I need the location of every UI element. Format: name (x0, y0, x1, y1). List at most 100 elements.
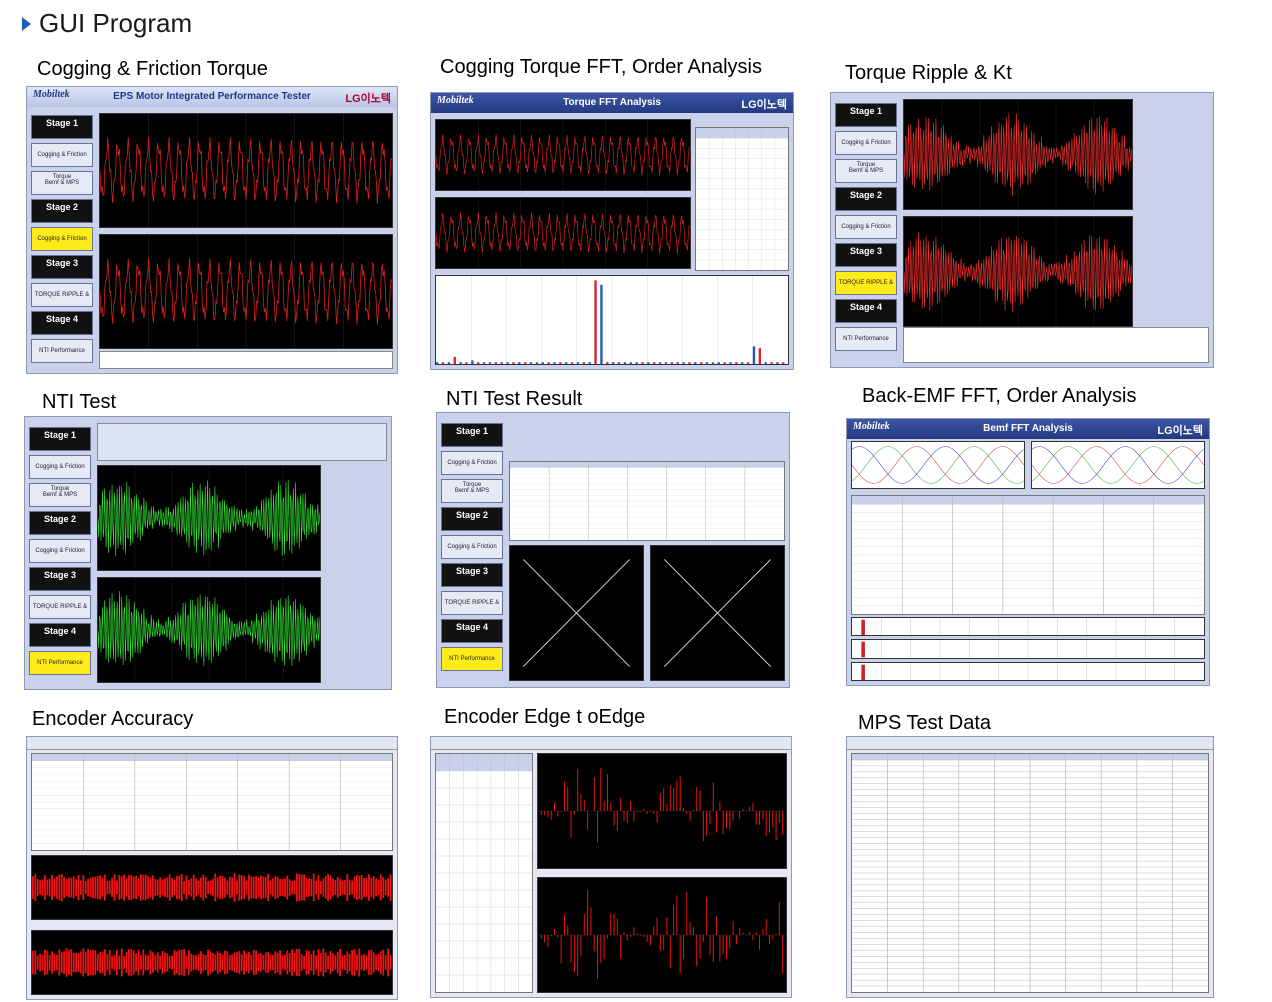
cogging-button[interactable]: Cogging & Friction Torque (31, 143, 93, 180)
order-bar (477, 362, 480, 364)
error-bar (324, 876, 327, 899)
error-bar (296, 873, 298, 902)
results-table (903, 327, 1209, 363)
phase-wave (852, 446, 1024, 484)
error-bar (188, 879, 190, 896)
error-bar (281, 955, 284, 970)
error-bar (380, 874, 382, 901)
nti-button[interactable]: NTI Performance (31, 339, 93, 363)
error-bar (99, 951, 101, 974)
error-bar (34, 950, 37, 975)
error-bar (207, 949, 209, 976)
order-bar (447, 362, 451, 364)
cogging-active-button[interactable]: Cogging & Friction Torque (31, 227, 93, 264)
encoder-error-plots (31, 855, 393, 995)
bemf-button[interactable]: Bemf & MPS (31, 171, 93, 195)
error-bar (387, 878, 389, 897)
order-bar (746, 362, 750, 364)
screenshot-bemf-fft: Mobiltek Bemf FFT Analysis LG이노텍 (846, 418, 1210, 686)
error-bar (51, 874, 53, 901)
error-bar (334, 880, 337, 895)
error-bar (46, 950, 49, 975)
screenshot-encoder-edge (430, 736, 792, 998)
error-bar (365, 878, 368, 897)
error-bar (264, 876, 267, 899)
error-bar (231, 954, 233, 971)
cogging-button-2[interactable]: Cogging & Friction Torque (835, 215, 897, 252)
error-bar (380, 951, 382, 974)
cogging-button[interactable]: Cogging & Friction Torque (835, 131, 897, 168)
ripple-button[interactable]: TORQUE RIPPLE & Kt (31, 283, 93, 320)
error-bar (99, 875, 101, 900)
nti-active-button[interactable]: NTI Performance (441, 647, 503, 671)
error-bar (324, 952, 327, 973)
error-bar (346, 874, 349, 901)
bemf-button[interactable]: Bemf & MPS (29, 483, 91, 507)
spectrum-peak (861, 664, 865, 680)
cogging-button-2[interactable]: Cogging & Friction Torque (29, 539, 91, 576)
error-bar (34, 874, 37, 901)
lg-logo: LG이노텍 (1157, 425, 1203, 437)
bemf-button[interactable]: Bemf & MPS (441, 479, 503, 503)
error-bar (123, 955, 125, 970)
error-bar (183, 948, 185, 977)
nti-button[interactable]: NTI Performance (835, 327, 897, 351)
error-bar (231, 877, 233, 898)
error-bar (236, 880, 238, 895)
error-bar (286, 950, 289, 975)
error-bar (82, 948, 85, 977)
plot-area (99, 113, 393, 349)
order-bar (653, 362, 656, 364)
error-bar (142, 875, 145, 900)
order-bar (705, 362, 709, 364)
error-bar (370, 878, 373, 897)
error-bar (87, 878, 89, 897)
error-bar (312, 873, 315, 902)
error-bar (286, 875, 289, 900)
error-bar (113, 954, 116, 971)
cogging-button[interactable]: Cogging & Friction Torque (441, 451, 503, 488)
error-bar (36, 955, 39, 970)
order-bar (623, 362, 627, 364)
error-bar (334, 955, 337, 970)
error-bar (377, 879, 380, 896)
ripple-button[interactable]: TORQUE RIPPLE & Kt (441, 591, 503, 628)
order-bar (700, 362, 703, 364)
app-titlebar: Mobiltek EPS Motor Integrated Performanc… (27, 87, 397, 107)
error-bar (137, 878, 140, 897)
error-bar (365, 955, 368, 970)
error-bar (92, 876, 94, 899)
cogging-button[interactable]: Cogging & Friction Torque (29, 455, 91, 492)
error-bar (238, 874, 241, 901)
bemf-button[interactable]: Bemf & MPS (835, 159, 897, 183)
lg-logo: LG이노텍 (345, 93, 391, 105)
error-bar (248, 874, 250, 901)
error-bar (63, 951, 65, 974)
ripple-active-button[interactable]: TORQUE RIPPLE & Kt (835, 271, 897, 308)
order-bar (670, 362, 674, 364)
stage2-label: Stage 2 (441, 507, 503, 531)
error-bar (70, 877, 73, 898)
error-bar (77, 874, 80, 901)
error-bar (305, 950, 308, 975)
error-bar (327, 873, 329, 902)
app-title: EPS Motor Integrated Performance Tester (113, 91, 311, 102)
error-bar (178, 949, 181, 976)
error-bar (123, 874, 125, 901)
error-bar (348, 953, 351, 972)
ripple-button[interactable]: TORQUE RIPPLE & Kt (29, 595, 91, 632)
error-bar (164, 952, 166, 973)
bemf-spectrum-plots (851, 617, 1205, 681)
error-bar (327, 955, 329, 970)
nti-active-button[interactable]: NTI Performance (29, 651, 91, 675)
error-bar (250, 954, 253, 971)
error-bar (243, 876, 245, 899)
error-bar (382, 949, 385, 976)
plot-area (97, 465, 321, 683)
order-bar (729, 362, 732, 364)
cogging-button-2[interactable]: Cogging & Friction Torque (441, 535, 503, 572)
error-bar (183, 880, 185, 895)
error-bar (312, 950, 315, 975)
error-bar (58, 874, 61, 901)
stage-sidebar: Stage 1 Cogging & Friction Torque Bemf &… (833, 99, 897, 363)
